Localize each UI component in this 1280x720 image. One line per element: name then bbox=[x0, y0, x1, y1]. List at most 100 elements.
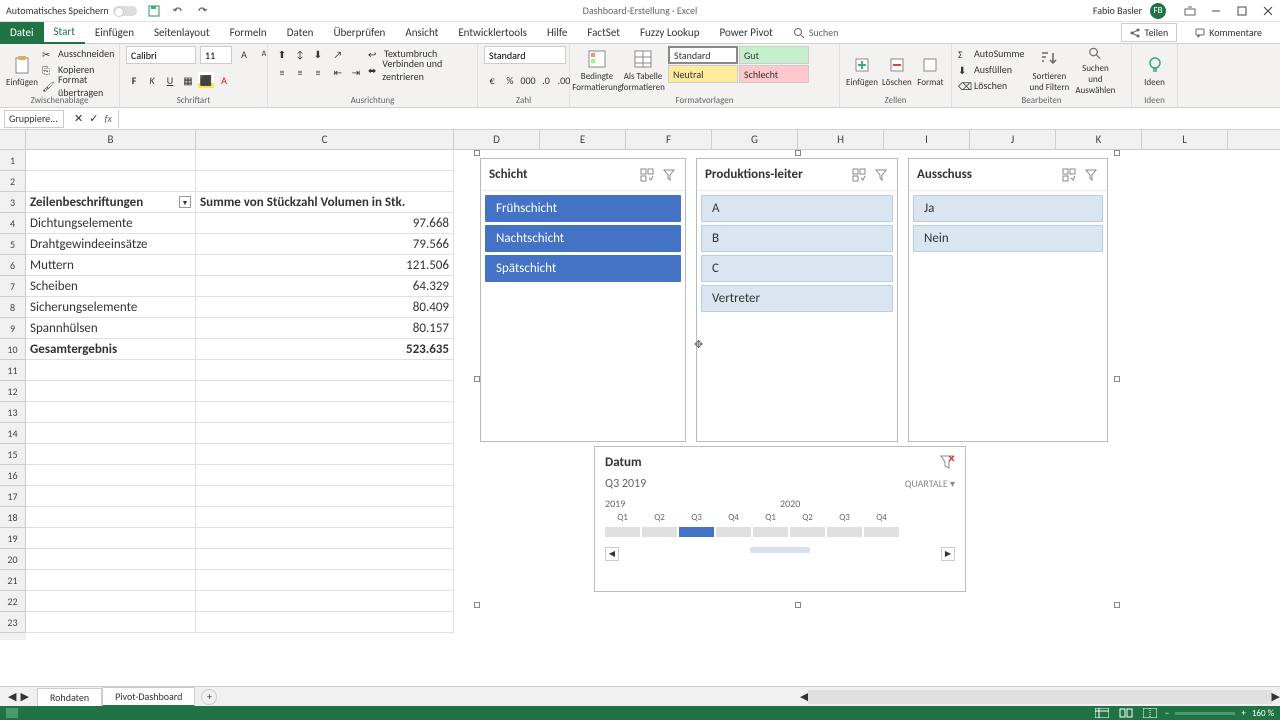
pivot-row[interactable]: Sicherungselemente bbox=[26, 297, 196, 318]
hscroll-left-icon[interactable]: ◀ bbox=[800, 690, 808, 704]
pivot-value[interactable]: 80.409 bbox=[196, 297, 454, 318]
select-all-corner[interactable] bbox=[0, 130, 26, 149]
pivot-value[interactable]: 121.506 bbox=[196, 255, 454, 276]
row-header[interactable]: 8 bbox=[0, 297, 26, 318]
font-color-button[interactable]: A bbox=[216, 72, 232, 88]
add-sheet-button[interactable]: + bbox=[201, 689, 217, 705]
align-center-icon[interactable]: ≡ bbox=[292, 64, 308, 80]
row-header[interactable]: 9 bbox=[0, 318, 26, 339]
col-header-c[interactable]: C bbox=[196, 130, 454, 149]
percent-icon[interactable]: % bbox=[502, 72, 518, 88]
find-select-button[interactable]: Suchen und Auswählen bbox=[1074, 46, 1116, 96]
autosave-toggle[interactable] bbox=[113, 6, 137, 16]
pivot-row[interactable]: Dichtungselemente bbox=[26, 213, 196, 234]
slicer-item[interactable]: Frühschicht bbox=[485, 195, 681, 222]
row-header[interactable]: 14 bbox=[0, 423, 26, 444]
tab-hilfe[interactable]: Hilfe bbox=[537, 22, 577, 44]
cell[interactable] bbox=[26, 486, 196, 507]
format-as-table-button[interactable]: Als Tabelle formatieren bbox=[622, 46, 664, 96]
cell[interactable] bbox=[196, 444, 454, 465]
pivot-total-value[interactable]: 523.635 bbox=[196, 339, 454, 360]
row-header[interactable]: 1 bbox=[0, 150, 26, 171]
align-left-icon[interactable]: ≡ bbox=[274, 64, 290, 80]
pivot-value-header[interactable]: Summe von Stückzahl Volumen in Stk. bbox=[196, 192, 454, 213]
row-header[interactable]: 19 bbox=[0, 528, 26, 549]
cell[interactable] bbox=[196, 423, 454, 444]
cell[interactable] bbox=[196, 150, 454, 171]
name-box[interactable]: Gruppiere... bbox=[4, 110, 64, 128]
clear-filter-icon[interactable] bbox=[1083, 167, 1099, 183]
font-size-select[interactable] bbox=[200, 46, 232, 64]
pivot-value[interactable]: 79.566 bbox=[196, 234, 454, 255]
timeline-bar[interactable] bbox=[753, 527, 788, 537]
cell[interactable] bbox=[26, 465, 196, 486]
slicer-item[interactable]: C bbox=[701, 255, 893, 282]
slicer-item[interactable]: Nein bbox=[913, 225, 1103, 252]
tab-daten[interactable]: Daten bbox=[277, 22, 324, 44]
selection-handle[interactable] bbox=[474, 602, 480, 608]
slicer-item[interactable]: Vertreter bbox=[701, 285, 893, 312]
slicer-produktionsleiter[interactable]: Produktions-leiter A B C Vertreter bbox=[696, 158, 898, 442]
timeline-bar[interactable] bbox=[716, 527, 751, 537]
pivot-row[interactable]: Scheiben bbox=[26, 276, 196, 297]
cell[interactable] bbox=[196, 402, 454, 423]
clear-filter-icon[interactable] bbox=[873, 167, 889, 183]
timeline-level-select[interactable]: QUARTALE ▾ bbox=[905, 477, 955, 491]
indent-decrease-icon[interactable]: ⇤ bbox=[330, 64, 346, 80]
row-header[interactable]: 16 bbox=[0, 465, 26, 486]
tab-seitenlayout[interactable]: Seitenlayout bbox=[144, 22, 220, 44]
multiselect-icon[interactable] bbox=[639, 167, 655, 183]
timeline-prev-icon[interactable]: ◀ bbox=[605, 547, 619, 561]
cell[interactable] bbox=[26, 150, 196, 171]
page-layout-view-icon[interactable] bbox=[1117, 707, 1135, 719]
tab-factset[interactable]: FactSet bbox=[577, 22, 630, 44]
col-header-j[interactable]: J bbox=[970, 130, 1056, 149]
style-gut[interactable]: Gut bbox=[739, 46, 809, 64]
tab-fuzzylookup[interactable]: Fuzzy Lookup bbox=[630, 22, 710, 44]
align-right-icon[interactable]: ≡ bbox=[310, 64, 326, 80]
user-avatar[interactable]: FB bbox=[1150, 3, 1166, 19]
style-schlecht[interactable]: Schlecht bbox=[739, 65, 809, 83]
row-header[interactable]: 22 bbox=[0, 591, 26, 612]
decimal-increase-icon[interactable]: .0 bbox=[538, 72, 554, 88]
indent-increase-icon[interactable]: ⇥ bbox=[348, 64, 364, 80]
comments-button[interactable]: Kommentare bbox=[1187, 24, 1270, 41]
number-format-select[interactable] bbox=[484, 46, 566, 64]
cell[interactable] bbox=[196, 507, 454, 528]
tab-powerpivot[interactable]: Power Pivot bbox=[709, 22, 782, 44]
ribbon-options-icon[interactable] bbox=[1184, 5, 1196, 17]
col-header-d[interactable]: D bbox=[454, 130, 540, 149]
accept-formula-icon[interactable]: ✓ bbox=[89, 112, 98, 125]
border-button[interactable]: ▦ bbox=[180, 72, 196, 88]
timeline-bar[interactable] bbox=[605, 527, 640, 537]
cell[interactable] bbox=[196, 381, 454, 402]
underline-button[interactable]: U bbox=[162, 72, 178, 88]
minimize-icon[interactable] bbox=[1210, 5, 1222, 17]
orientation-icon[interactable]: ↗ bbox=[330, 46, 346, 62]
paste-button[interactable]: Einfügen bbox=[6, 46, 38, 96]
row-header[interactable]: 18 bbox=[0, 507, 26, 528]
selection-handle[interactable] bbox=[1114, 150, 1120, 156]
cell[interactable] bbox=[196, 570, 454, 591]
cell[interactable] bbox=[196, 360, 454, 381]
cancel-formula-icon[interactable]: ✕ bbox=[74, 112, 83, 125]
hscroll-track[interactable] bbox=[808, 690, 1271, 704]
row-header[interactable]: 3 bbox=[0, 192, 26, 213]
pivot-value[interactable]: 64.329 bbox=[196, 276, 454, 297]
maximize-icon[interactable] bbox=[1236, 5, 1248, 17]
normal-view-icon[interactable] bbox=[1093, 707, 1111, 719]
bold-button[interactable]: F bbox=[126, 72, 142, 88]
ideas-button[interactable]: Ideen bbox=[1138, 46, 1171, 96]
col-header-k[interactable]: K bbox=[1056, 130, 1142, 149]
row-header[interactable]: 17 bbox=[0, 486, 26, 507]
close-icon[interactable] bbox=[1262, 5, 1274, 17]
clear-filter-icon[interactable] bbox=[661, 167, 677, 183]
row-header[interactable]: 12 bbox=[0, 381, 26, 402]
col-header-f[interactable]: F bbox=[626, 130, 712, 149]
pivot-row[interactable]: Spannhülsen bbox=[26, 318, 196, 339]
row-header[interactable]: 15 bbox=[0, 444, 26, 465]
sheet-tab-pivot-dashboard[interactable]: Pivot-Dashboard bbox=[102, 687, 195, 707]
col-header-l[interactable]: L bbox=[1142, 130, 1228, 149]
cell[interactable] bbox=[26, 171, 196, 192]
cell[interactable] bbox=[26, 549, 196, 570]
